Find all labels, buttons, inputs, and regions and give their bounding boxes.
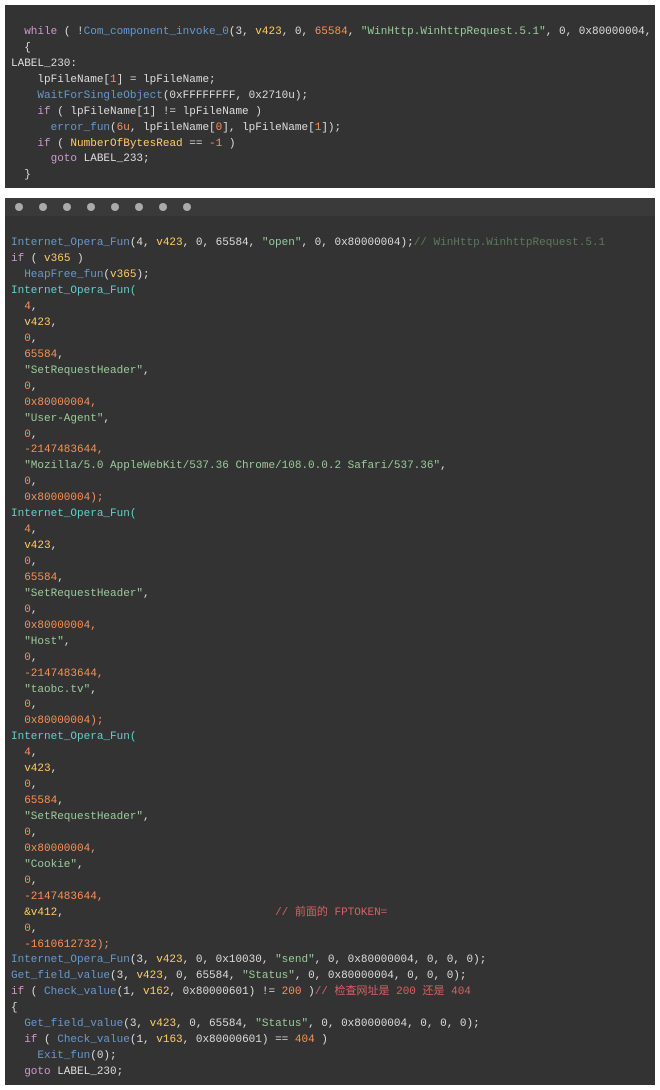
dot-icon [111,203,119,211]
str-ua: "User-Agent" [24,413,103,425]
str-mozilla: "Mozilla/5.0 AppleWebKit/537.36 Chrome/1… [24,460,440,472]
fn-iof-send: Internet_Opera_Fun [11,954,130,966]
fn-iof-open: Internet_Opera_Fun( [11,285,136,297]
dot-icon [87,203,95,211]
fn-gfv: Get_field_value [11,970,110,982]
fn-exit: Exit_fun [37,1050,90,1062]
cmt-fptoken: // 前面的 FPTOKEN= [275,907,387,919]
kw-while: while [24,26,57,38]
fn-iof: Internet_Opera_Fun [11,237,130,249]
var-v423: v423 [255,26,281,38]
var-v412: &v412 [24,907,57,919]
dot-icon [183,203,191,211]
dot-icon [39,203,47,211]
cmt-winhttp: // WinHttp.WinhttpRequest.5.1 [414,237,605,249]
fn-wfso: WaitForSingleObject [37,90,162,102]
dot-icon [159,203,167,211]
str-taobc: "taobc.tv" [24,684,90,696]
str-cookie: "Cookie" [24,859,77,871]
fn-check: Check_value [44,986,117,998]
code-block-top: while ( !Com_component_invoke_0(3, v423,… [5,5,655,188]
fn-error: error_fun [51,122,110,134]
dot-icon [63,203,71,211]
dot-icon [15,203,23,211]
cmt-check-url: // 检查网址是 200 还是 404 [315,986,471,998]
dot-icon [135,203,143,211]
code-block-main: Internet_Opera_Fun(4, v423, 0, 65584, "o… [5,216,655,1085]
toolbar-dots [5,198,655,216]
str-host: "Host" [24,636,64,648]
fn-heapfree: HeapFree_fun [24,269,103,281]
fn-com-invoke: Com_component_invoke_0 [84,26,229,38]
label-230: LABEL_230: [11,58,77,70]
str-winhttp: "WinHttp.WinhttpRequest.5.1" [361,26,546,38]
